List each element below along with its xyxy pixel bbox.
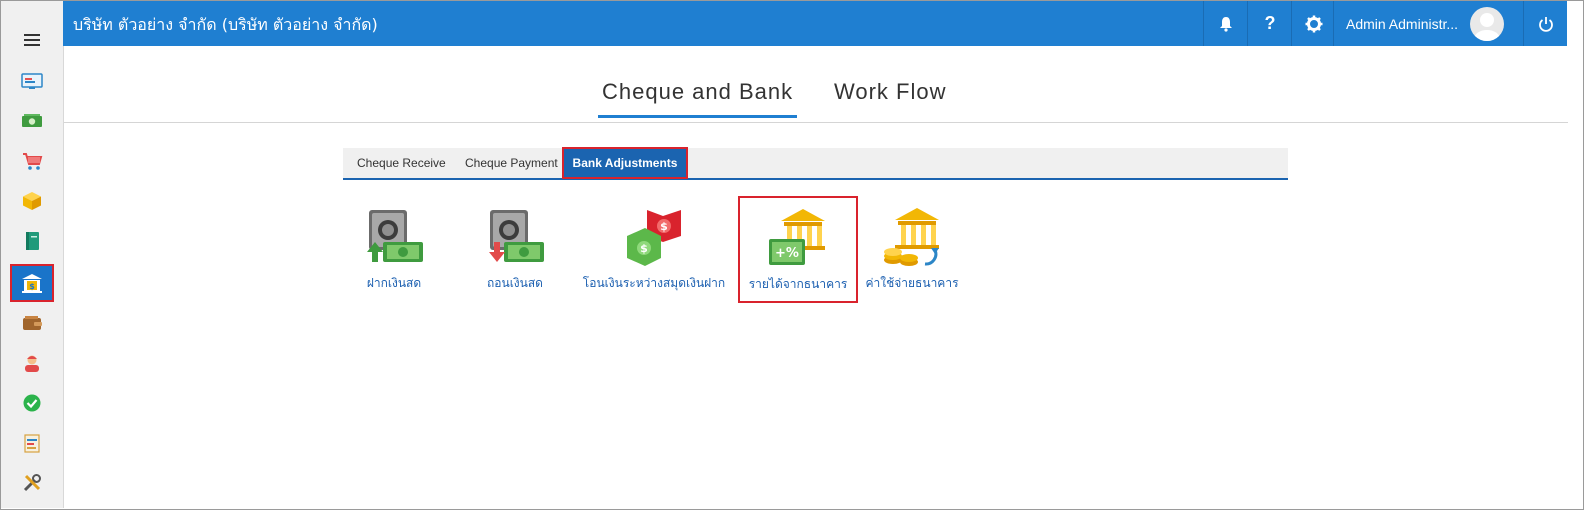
svg-text:$: $ <box>640 242 648 255</box>
tile-label: ค่าใช้จ่ายธนาคาร <box>865 276 959 290</box>
report-icon[interactable] <box>11 425 53 461</box>
bank-expense-icon <box>884 208 939 266</box>
deposit-cash-icon <box>367 210 423 262</box>
svg-text:+%: +% <box>775 246 799 261</box>
company-title: บริษัท ตัวอย่าง จำกัด (บริษัท ตัวอย่าง จ… <box>73 15 378 34</box>
tile-transfer[interactable]: $ $ โอนเงินระหว่างสมุดเงินฝาก <box>583 196 725 302</box>
tab-cheque-payment[interactable]: Cheque Payment <box>465 148 558 178</box>
svg-text:$: $ <box>660 220 668 233</box>
withdraw-cash-icon <box>489 210 544 262</box>
gear-icon <box>1305 15 1323 32</box>
top-bar: บริษัท ตัวอย่าง จำกัด (บริษัท ตัวอย่าง จ… <box>63 1 1567 46</box>
money-icon[interactable] <box>11 103 53 139</box>
tab-work-flow[interactable]: Work Flow <box>834 79 947 105</box>
help-button[interactable]: ? <box>1247 1 1292 46</box>
transfer-icon: $ $ <box>627 210 681 266</box>
people-icon[interactable] <box>11 345 53 381</box>
tab-cheque-and-bank[interactable]: Cheque and Bank <box>598 79 798 118</box>
book-icon[interactable] <box>11 223 53 259</box>
tile-bank-expense[interactable]: ค่าใช้จ่ายธนาคาร <box>853 196 971 302</box>
bell-icon <box>1220 16 1232 32</box>
box-icon[interactable] <box>11 183 53 219</box>
cart-icon[interactable] <box>11 143 53 179</box>
main-tabs: Cheque and Bank Work Flow <box>64 47 1568 123</box>
user-name: Admin Administr... <box>1346 15 1459 32</box>
bank-icon[interactable]: $ <box>10 264 54 302</box>
logout-button[interactable] <box>1523 1 1568 46</box>
tab-bank-adjustments[interactable]: Bank Adjustments <box>562 147 688 179</box>
dashboard-icon[interactable] <box>11 63 53 99</box>
tab-cheque-receive[interactable]: Cheque Receive <box>357 148 446 178</box>
wallet-icon[interactable] <box>11 305 53 341</box>
sub-tabs: Cheque Receive Cheque Payment Bank Adjus… <box>343 147 1288 180</box>
settings-button[interactable] <box>1291 1 1336 46</box>
bank-income-icon: +% <box>769 209 825 265</box>
svg-text:$: $ <box>29 282 35 291</box>
menu-icon[interactable] <box>11 22 53 58</box>
notifications-button[interactable] <box>1203 1 1248 46</box>
sidebar: $ <box>1 1 64 508</box>
power-icon <box>1539 16 1553 32</box>
check-icon[interactable] <box>11 385 53 421</box>
tools-icon[interactable] <box>11 465 53 501</box>
avatar <box>1470 7 1504 41</box>
user-menu[interactable]: Admin Administr... <box>1333 1 1540 46</box>
